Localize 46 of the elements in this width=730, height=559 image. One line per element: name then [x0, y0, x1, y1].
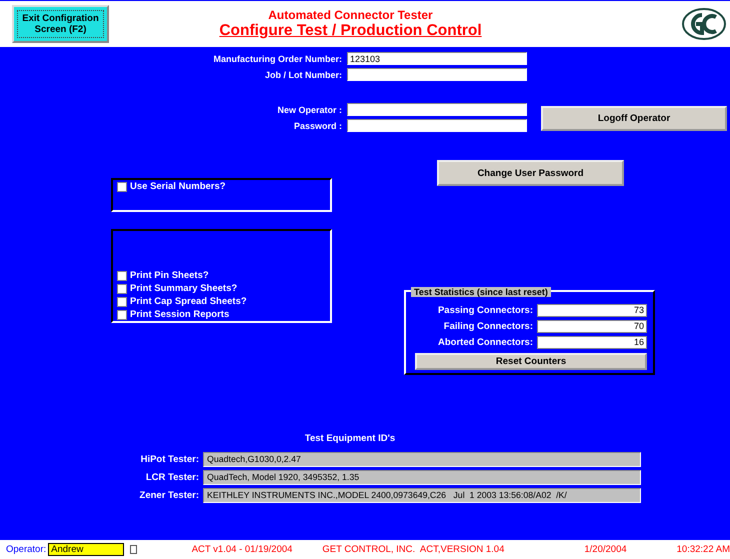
field-label: Job / Lot Number:: [265, 70, 342, 80]
status-text: ACT v1.04 - 01/19/2004: [192, 544, 292, 555]
stat-label: Failing Connectors:: [444, 321, 533, 332]
checkbox[interactable]: [130, 545, 137, 554]
checkbox[interactable]: [117, 296, 127, 306]
reset-counters-button[interactable]: Reset Counters: [415, 353, 647, 370]
panel-title: Test Statistics (since last reset): [411, 287, 551, 297]
stat-value-field: 70: [537, 320, 647, 333]
checkbox[interactable]: [117, 310, 127, 320]
input-field[interactable]: [347, 68, 527, 81]
field-label: Manufacturing Order Number:: [213, 54, 342, 64]
status-text: 1/20/2004: [584, 544, 627, 555]
equipment-id-field: QuadTech, Model 1920, 3495352, 1.35: [203, 470, 641, 485]
stat-label: Passing Connectors:: [438, 305, 533, 316]
equipment-id-field: Quadtech,G1030,0,2.47: [203, 452, 641, 467]
operator-label: Operator:: [6, 544, 46, 555]
stat-value-field: 16: [537, 336, 647, 349]
status-text: GET CONTROL, INC. ACT,VERSION 1.04: [322, 544, 504, 555]
input-field[interactable]: 123103: [347, 52, 527, 65]
field-label: New Operator :: [277, 104, 342, 114]
checkbox-option[interactable]: Print Summary Sheets?: [117, 283, 326, 294]
checkbox-option[interactable]: Print Cap Spread Sheets?: [117, 296, 326, 307]
exit-configuration-button[interactable]: Exit Configration Screen (F2): [12, 5, 109, 43]
checkbox-option[interactable]: Print Session Reports: [117, 309, 326, 320]
checkbox-option[interactable]: Print Pin Sheets?: [117, 270, 326, 281]
equipment-label: HiPot Tester:: [140, 454, 199, 465]
checkbox[interactable]: [117, 182, 127, 192]
change-password-button[interactable]: Change User Password: [437, 160, 624, 186]
checkbox[interactable]: [117, 284, 127, 294]
equipment-id-field: KEITHLEY INSTRUMENTS INC.,MODEL 2400,0973649,C26 Jul 1 2003 13:56:08/A02 /K/: [203, 488, 641, 503]
screen-title: Configure Test / Production Control: [219, 22, 482, 40]
stat-label: Aborted Connectors:: [438, 337, 533, 348]
equipment-label: LCR Tester:: [144, 472, 199, 483]
logoff-operator-button[interactable]: Logoff Operator: [541, 106, 727, 131]
status-text: 10:32:22 AM: [676, 544, 730, 555]
field-label: Password :: [294, 120, 342, 130]
input-field[interactable]: [347, 103, 527, 116]
app-subtitle: Automated Connector Tester: [268, 8, 433, 22]
operator-field: Andrew: [48, 543, 124, 556]
checkbox-option[interactable]: Use Serial Numbers?: [117, 181, 326, 192]
checkbox[interactable]: [117, 270, 127, 280]
section-title: Test Equipment ID's: [304, 433, 396, 444]
equipment-label: Zener Tester:: [138, 490, 199, 501]
input-field[interactable]: [347, 119, 527, 132]
logo-icon: [682, 8, 726, 40]
stat-value-field: 73: [537, 304, 647, 317]
